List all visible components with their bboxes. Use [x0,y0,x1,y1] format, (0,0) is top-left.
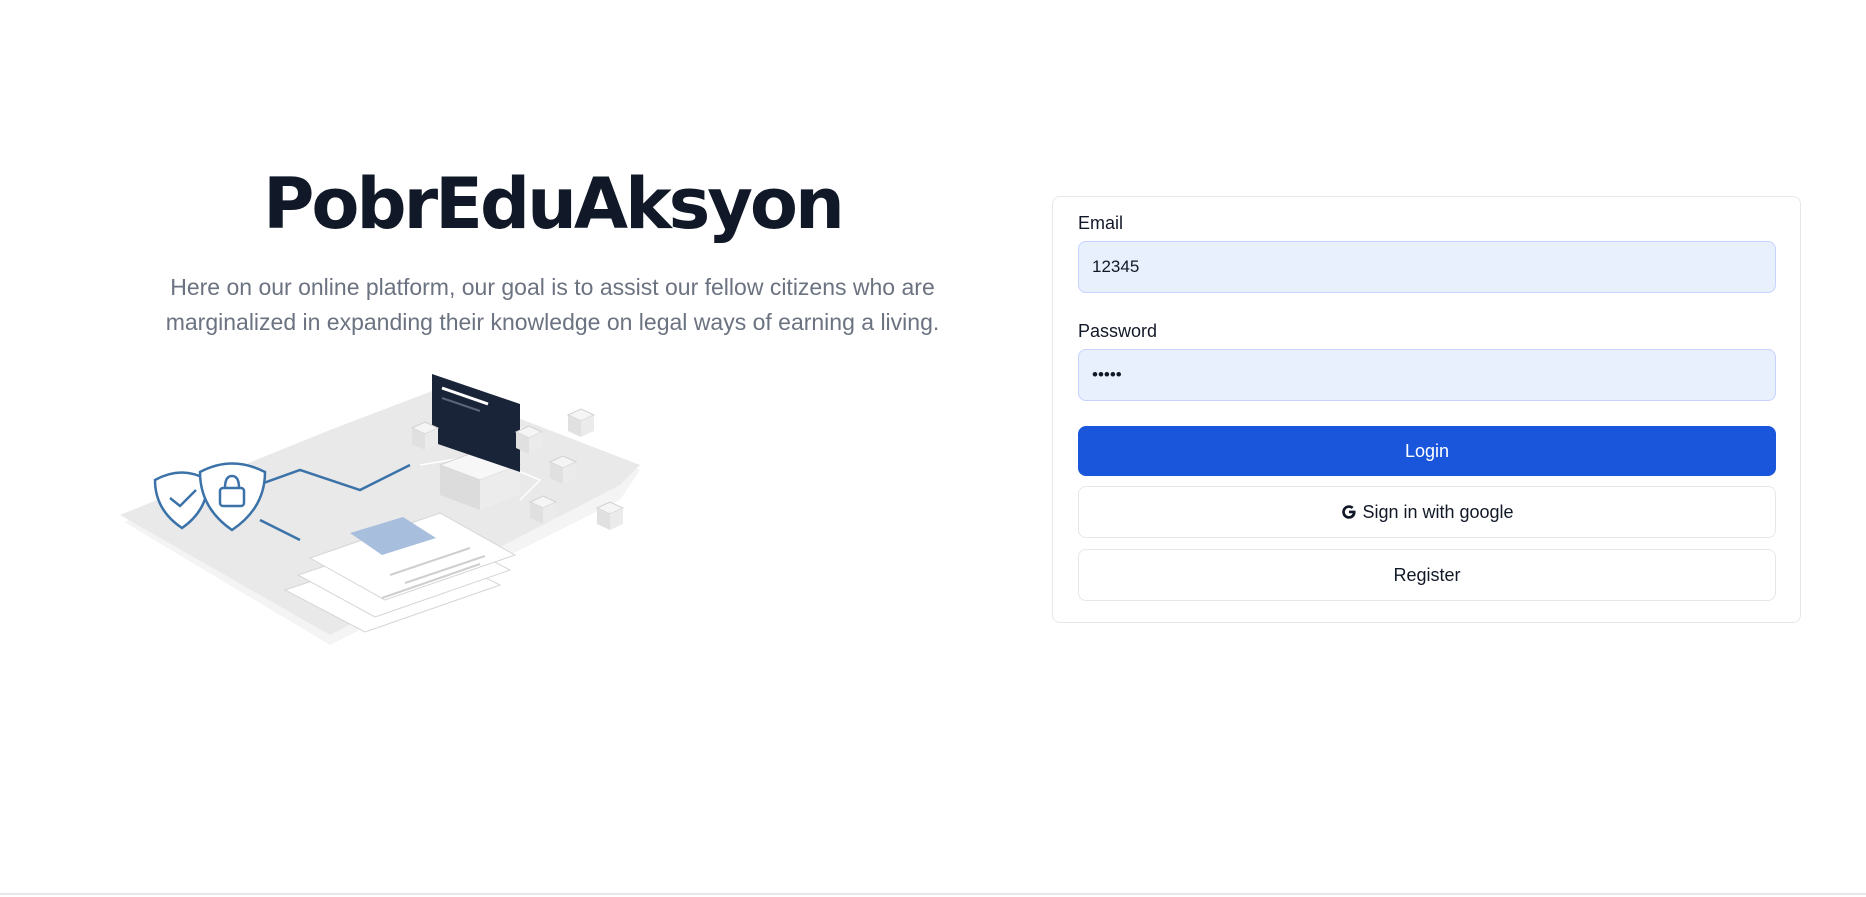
google-signin-button[interactable]: Sign in with google [1078,486,1776,538]
login-button[interactable]: Login [1078,426,1776,476]
app-title: PobrEduAksyon [263,163,845,245]
hero-section: PobrEduAksyon Here on our online platfor… [120,160,985,340]
app-description: Here on our online platform, our goal is… [165,274,940,335]
google-signin-label: Sign in with google [1362,501,1514,522]
email-label: Email [1078,213,1124,233]
login-button-label: Login [1404,440,1450,461]
divider [0,893,1866,895]
email-input[interactable] [1078,241,1776,293]
security-illustration [120,374,640,645]
google-icon [1340,503,1358,521]
password-label: Password [1078,321,1158,341]
login-page: PobrEduAksyon Here on our online platfor… [0,0,1866,897]
register-button[interactable]: Register [1078,549,1776,601]
password-input[interactable] [1078,349,1776,401]
login-card: Email Password Login Sign in with google… [1052,196,1801,623]
register-button-label: Register [1393,564,1461,585]
